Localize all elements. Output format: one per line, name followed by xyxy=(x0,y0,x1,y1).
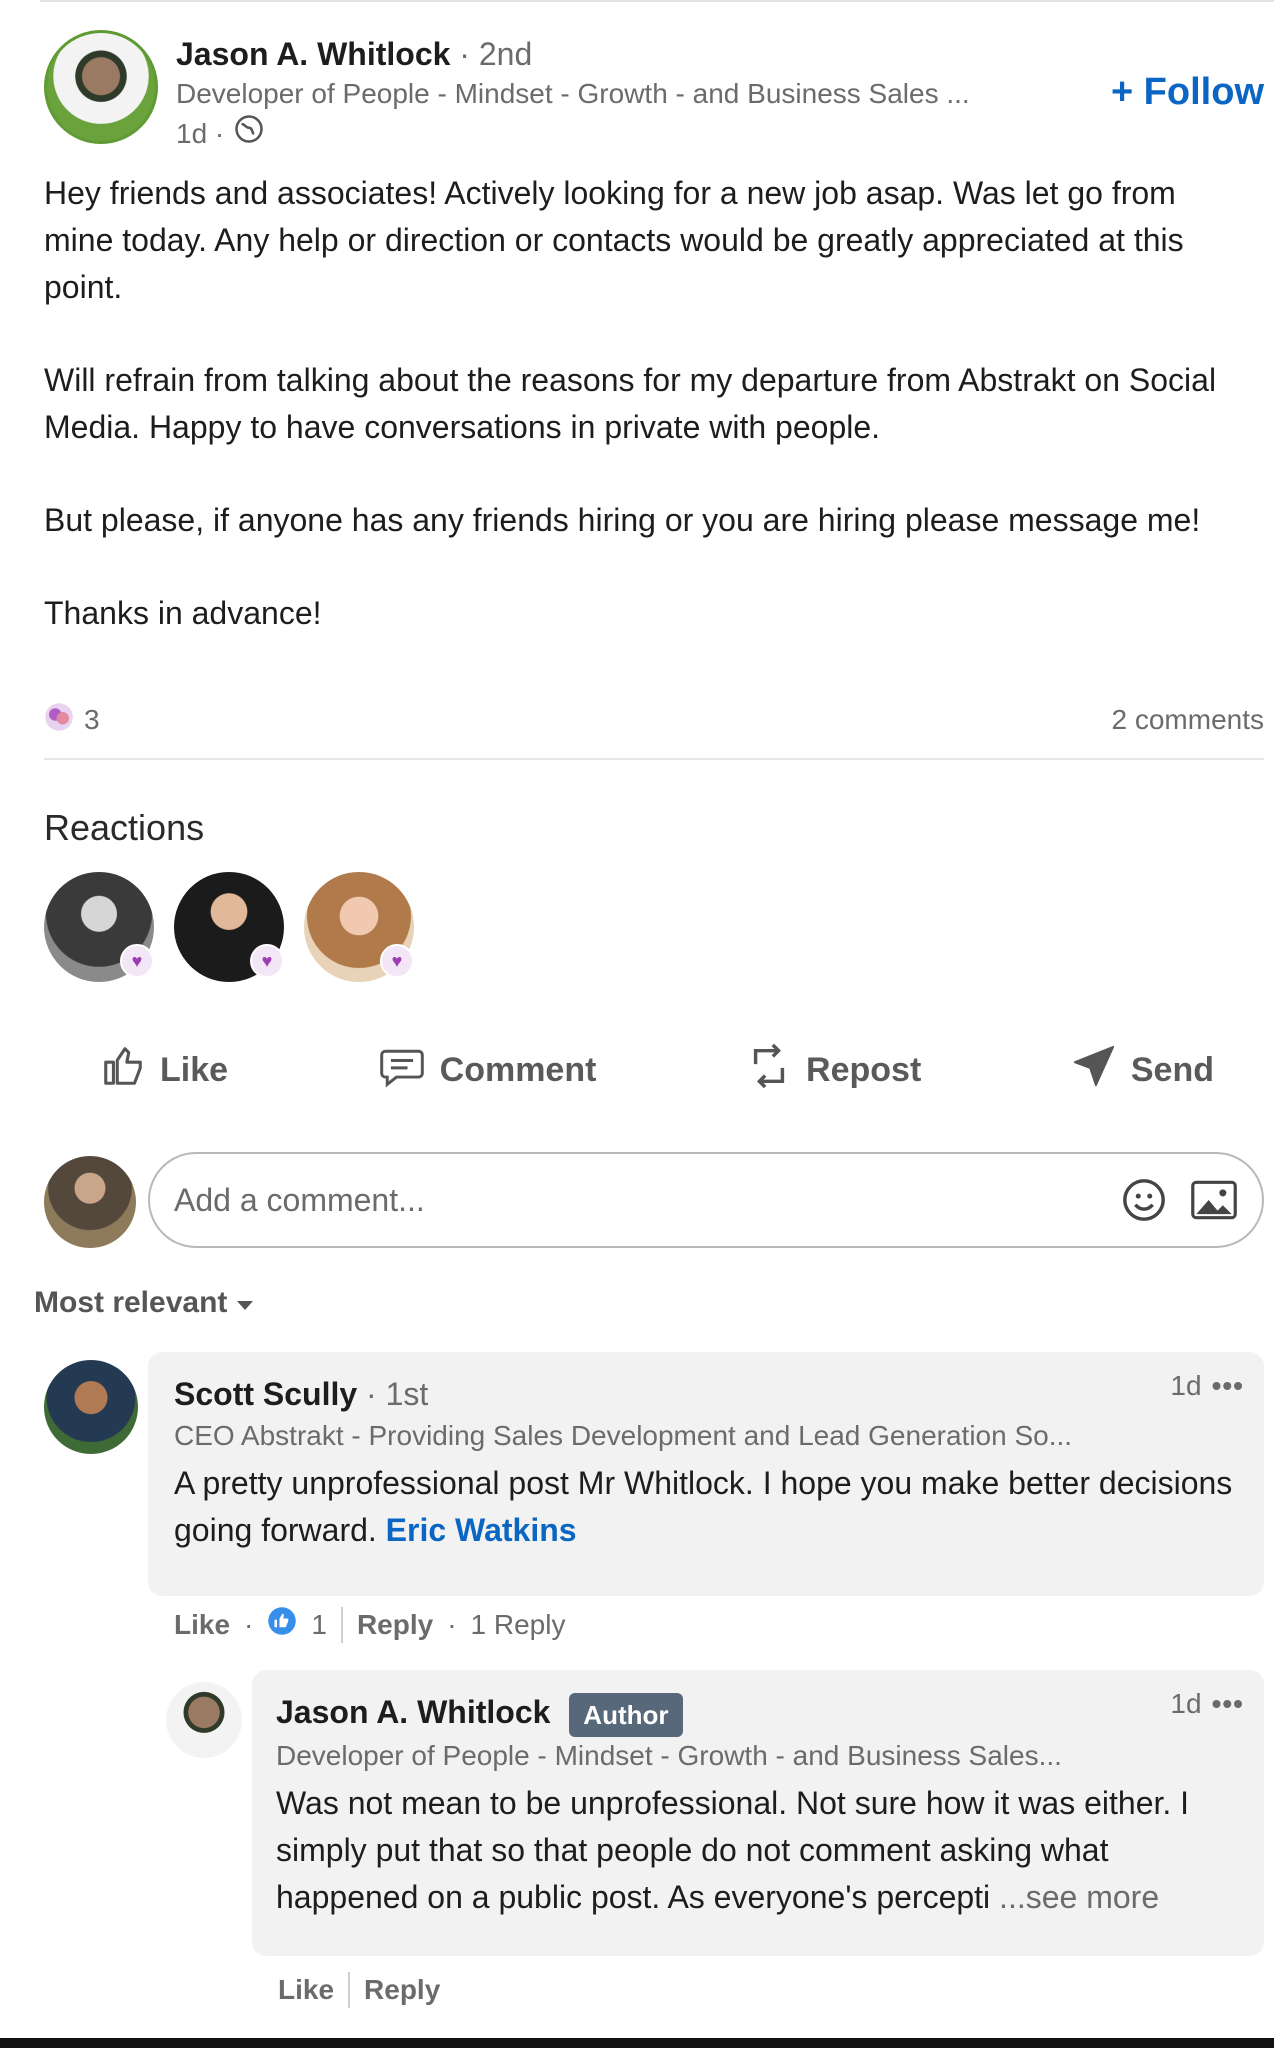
like-reaction-icon xyxy=(267,1606,297,1643)
support-reaction-icon xyxy=(44,702,74,739)
comment-meta: 1d ••• xyxy=(1170,1370,1244,1402)
bottom-edge xyxy=(0,2038,1274,2048)
follow-label: + Follow xyxy=(1110,71,1264,113)
comment-like-count: 1 xyxy=(311,1608,327,1640)
comment-input[interactable] xyxy=(172,1180,1100,1220)
send-icon xyxy=(1071,1043,1117,1098)
comment-actions: Like · 1 Reply · 1 Reply xyxy=(174,1606,565,1643)
commenter-name[interactable]: Scott Scully xyxy=(174,1376,357,1412)
reply-author-line: Jason A. Whitlock Author xyxy=(276,1692,683,1737)
support-reaction-icon: ♥ xyxy=(250,944,284,978)
comment-body: A pretty unprofessional post Mr Whitlock… xyxy=(174,1465,1233,1548)
post-action-bar: Like Comment Repost Send xyxy=(100,1040,1214,1100)
comment-button[interactable]: Comment xyxy=(378,1043,597,1098)
commenter-title: CEO Abstrakt - Providing Sales Developme… xyxy=(174,1420,1073,1451)
post-author-connection: · 2nd xyxy=(459,36,533,72)
commenter-avatar[interactable] xyxy=(44,1360,138,1454)
image-icon[interactable] xyxy=(1188,1174,1240,1226)
reply-reply-button[interactable]: Reply xyxy=(364,1974,440,2006)
sort-label: Most relevant xyxy=(34,1286,228,1319)
mention-link[interactable]: Eric Watkins xyxy=(386,1512,577,1548)
see-more-link[interactable]: ...see more xyxy=(999,1879,1159,1915)
reply-bubble: Jason A. Whitlock Author 1d ••• Develope… xyxy=(252,1670,1264,1956)
globe-icon xyxy=(234,114,264,153)
more-options-icon[interactable]: ••• xyxy=(1212,1370,1244,1402)
support-reaction-icon: ♥ xyxy=(120,944,154,978)
like-label: Like xyxy=(160,1050,229,1089)
commenter-connection: · 1st xyxy=(366,1376,429,1412)
top-divider xyxy=(40,0,1274,2)
reply-like-button[interactable]: Like xyxy=(278,1974,334,2006)
post-paragraph: Will refrain from talking about the reas… xyxy=(44,362,1217,445)
author-badge: Author xyxy=(569,1692,683,1737)
send-button[interactable]: Send xyxy=(1071,1043,1214,1098)
comment-time: 1d xyxy=(1170,1370,1202,1401)
reply-author-name[interactable]: Jason A. Whitlock xyxy=(276,1694,550,1730)
post-author-title: Developer of People - Mindset - Growth -… xyxy=(176,78,970,109)
action-divider xyxy=(348,1972,351,2008)
post-paragraph: But please, if anyone has any friends hi… xyxy=(44,502,1201,538)
comment-reply-button[interactable]: Reply xyxy=(357,1609,433,1641)
post-body: Hey friends and associates! Actively loo… xyxy=(44,170,1254,683)
repost-label: Repost xyxy=(806,1050,922,1089)
reaction-count-value: 3 xyxy=(84,704,100,735)
comment-like-button[interactable]: Like xyxy=(174,1609,230,1641)
comment-composer xyxy=(148,1152,1264,1248)
reply-actions: Like Reply xyxy=(278,1972,440,2008)
comment-bubble: Scott Scully · 1st 1d ••• CEO Abstrakt -… xyxy=(148,1352,1264,1596)
send-label: Send xyxy=(1130,1050,1214,1089)
replies-count-link[interactable]: 1 Reply xyxy=(471,1609,566,1641)
dot-separator: · xyxy=(244,1608,254,1640)
post-author-name[interactable]: Jason A. Whitlock xyxy=(176,36,450,72)
comment-icon xyxy=(378,1043,426,1098)
thumbs-up-icon xyxy=(100,1043,146,1098)
reaction-count[interactable]: 3 xyxy=(44,702,100,739)
social-counts: 3 2 comments xyxy=(44,700,1264,740)
comment-sort-dropdown[interactable]: Most relevant xyxy=(34,1286,255,1320)
post-paragraph: Hey friends and associates! Actively loo… xyxy=(44,175,1184,305)
support-reaction-icon: ♥ xyxy=(380,944,414,978)
action-divider xyxy=(340,1606,343,1643)
reply-meta: 1d ••• xyxy=(1170,1688,1244,1720)
emoji-icon[interactable] xyxy=(1118,1174,1170,1226)
post-paragraph: Thanks in advance! xyxy=(44,595,322,631)
caret-down-icon xyxy=(235,1286,255,1320)
like-button[interactable]: Like xyxy=(100,1043,228,1098)
dot-separator: · xyxy=(447,1608,457,1640)
repost-icon xyxy=(746,1041,792,1100)
post-author-avatar[interactable] xyxy=(44,30,158,144)
reactions-title: Reactions xyxy=(44,807,205,848)
reply-author-avatar[interactable] xyxy=(166,1682,242,1758)
post-divider xyxy=(44,758,1264,760)
reply-time: 1d xyxy=(1170,1688,1202,1719)
follow-button[interactable]: + Follow xyxy=(1111,70,1264,114)
post-author-line: Jason A. Whitlock · 2nd xyxy=(176,34,532,74)
linkedin-post-view: Jason A. Whitlock · 2nd Developer of Peo… xyxy=(0,0,1274,2048)
reply-text: Was not mean to be unprofessional. Not s… xyxy=(276,1780,1256,1921)
post-timestamp: 1d · xyxy=(176,114,264,153)
reply-author-title: Developer of People - Mindset - Growth -… xyxy=(276,1740,1062,1771)
more-options-icon[interactable]: ••• xyxy=(1212,1688,1244,1720)
repost-button[interactable]: Repost xyxy=(746,1041,921,1100)
comment-label: Comment xyxy=(439,1050,597,1089)
comment-count[interactable]: 2 comments xyxy=(1112,704,1265,736)
comment-text: A pretty unprofessional post Mr Whitlock… xyxy=(174,1460,1234,1554)
current-user-avatar[interactable] xyxy=(44,1156,136,1248)
commenter-name-line: Scott Scully · 1st xyxy=(174,1374,428,1414)
post-time-text: 1d · xyxy=(176,117,225,149)
